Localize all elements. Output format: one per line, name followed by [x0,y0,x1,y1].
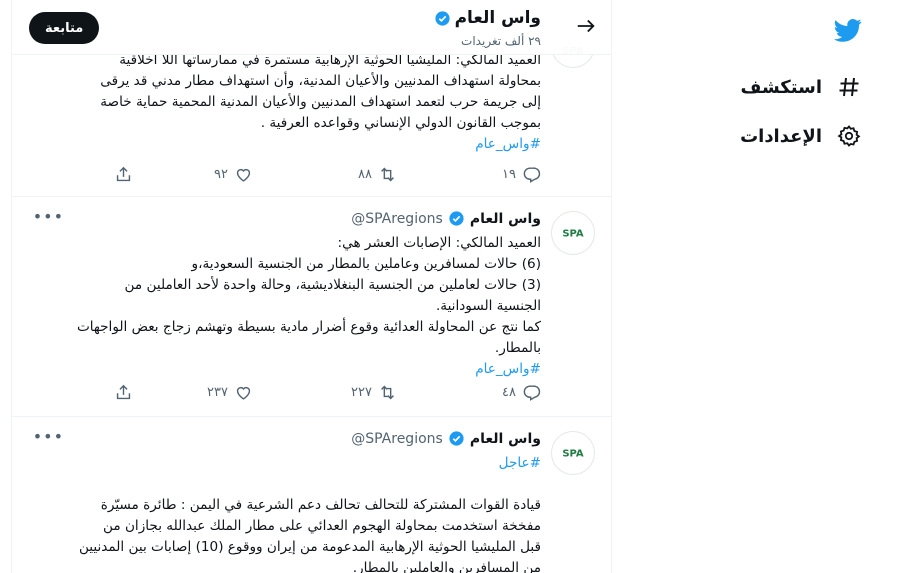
nav-explore-label: استكشف [740,76,822,98]
tweet-header: واس العام @SPAregions ••• [26,209,541,230]
verified-badge-icon [449,431,464,446]
author-name[interactable]: واس العام [470,431,541,447]
tweet-text: العميد المالكي: الإصابات العشر هي: (6) ح… [24,233,541,380]
hashtag-link[interactable]: #واس_عام [475,361,541,377]
share-icon [116,166,131,182]
tweet-text: العميد المالكي: المليشيا الحوثية الإرهاب… [24,50,541,155]
nav-settings-label: الإعدادات [740,125,822,147]
tweet-count: ٢٩ ألف تغريدات [461,34,541,48]
tweet-header: واس العام @SPAregions ••• [26,429,541,450]
retweet-icon [381,167,394,182]
gear-icon [836,123,862,149]
hashtag-link[interactable]: #عاجل [499,455,541,471]
like-button[interactable]: ٢٣٧ [207,383,253,402]
tweet-line: بمحاولة استهداف المدنيين والأعيان المدني… [100,73,541,89]
tweet-line: إلى جريمة حرب لتعمد استهداف المدنيين وال… [100,94,541,110]
retweet-count: ٢٢٧ [351,385,372,400]
side-nav: استكشف الإعدادات [700,0,914,573]
hashtag-icon [836,74,862,100]
verified-badge-icon [449,211,464,226]
avatar-text: SPA [562,229,584,240]
heart-icon [236,386,251,400]
follow-button[interactable]: متابعة [29,12,100,44]
tweet[interactable]: SPA واس العام @SPAregions ••• العميد الم… [12,197,611,417]
tweet-line: العميد المالكي: الإصابات العشر هي: [337,235,541,251]
tweet-line: (6) حالات لمسافرين وعاملين بالمطار من ال… [191,256,542,272]
timeline-column: SPA العميد المالكي: المليشيا الحوثية الإ… [11,0,612,573]
share-button[interactable] [114,383,133,402]
tweet-line: بموجب القانون الدولي الإنساني وقواعده ال… [260,115,541,131]
reply-icon [523,385,541,401]
hashtag-link[interactable]: #واس_عام [475,136,541,152]
nav-explore[interactable]: استكشف [741,74,862,100]
tweet-text: #عاجل قيادة القوات المشتركة للتحالف تحال… [24,453,541,573]
reply-icon [523,167,541,183]
tweet-line: قيادة القوات المشتركة للتحالف تحالف دعم … [100,497,541,513]
arrow-back-icon[interactable] [573,15,597,39]
verified-badge-icon [434,10,450,26]
tweet-actions: ٤٨ ٢٢٧ ٢٣٧ [24,383,541,407]
tweet-line: قبل المليشيا الحوثية الإرهابية المدعومة … [78,539,541,555]
avatar[interactable]: SPA [551,431,595,475]
share-icon [116,384,131,400]
tweet-line: بالمطار. [494,340,541,356]
tweet[interactable]: SPA واس العام @SPAregions ••• #عاجل قياد… [12,417,611,573]
reply-count: ٤٨ [502,385,516,400]
retweet-icon [381,385,394,400]
more-options-icon[interactable]: ••• [33,209,64,230]
more-options-icon[interactable]: ••• [33,429,64,450]
reply-button[interactable]: ١٩ [502,165,541,184]
header-title: واس العام [434,8,541,28]
retweet-count: ٨٨ [358,167,372,182]
like-count: ٩٢ [214,167,228,182]
tweet-line: من المسافرين والعاملين بالمطار. [352,560,541,573]
tweet-line: الجنسية السودانية. [435,298,541,314]
profile-header: واس العام ٢٩ ألف تغريدات متابعة [12,0,611,55]
tweet-line: مفخخة استخدمت بمحاولة الهجوم العدائي على… [103,518,541,534]
tweet-actions: ١٩ ٨٨ ٩٢ [24,165,541,189]
header-name: واس العام [454,8,541,28]
heart-icon [236,168,251,182]
author-name[interactable]: واس العام [470,211,541,227]
reply-count: ١٩ [502,167,516,182]
twitter-bird-icon[interactable] [834,16,862,44]
nav-settings[interactable]: الإعدادات [740,123,862,149]
like-button[interactable]: ٩٢ [214,165,253,184]
share-button[interactable] [114,165,133,184]
retweet-button[interactable]: ٨٨ [358,165,397,184]
reply-button[interactable]: ٤٨ [502,383,541,402]
author-handle[interactable]: @SPAregions [351,211,443,227]
avatar[interactable]: SPA [551,211,595,255]
tweet-line: (3) حالات لعاملين من الجنسية البنغلاديشي… [124,277,541,293]
tweet-line: كما نتج عن المحاولة العدائية وقوع أضرار … [76,319,541,335]
author-handle[interactable]: @SPAregions [351,431,443,447]
like-count: ٢٣٧ [207,385,228,400]
avatar-text: SPA [562,449,584,460]
retweet-button[interactable]: ٢٢٧ [351,383,397,402]
